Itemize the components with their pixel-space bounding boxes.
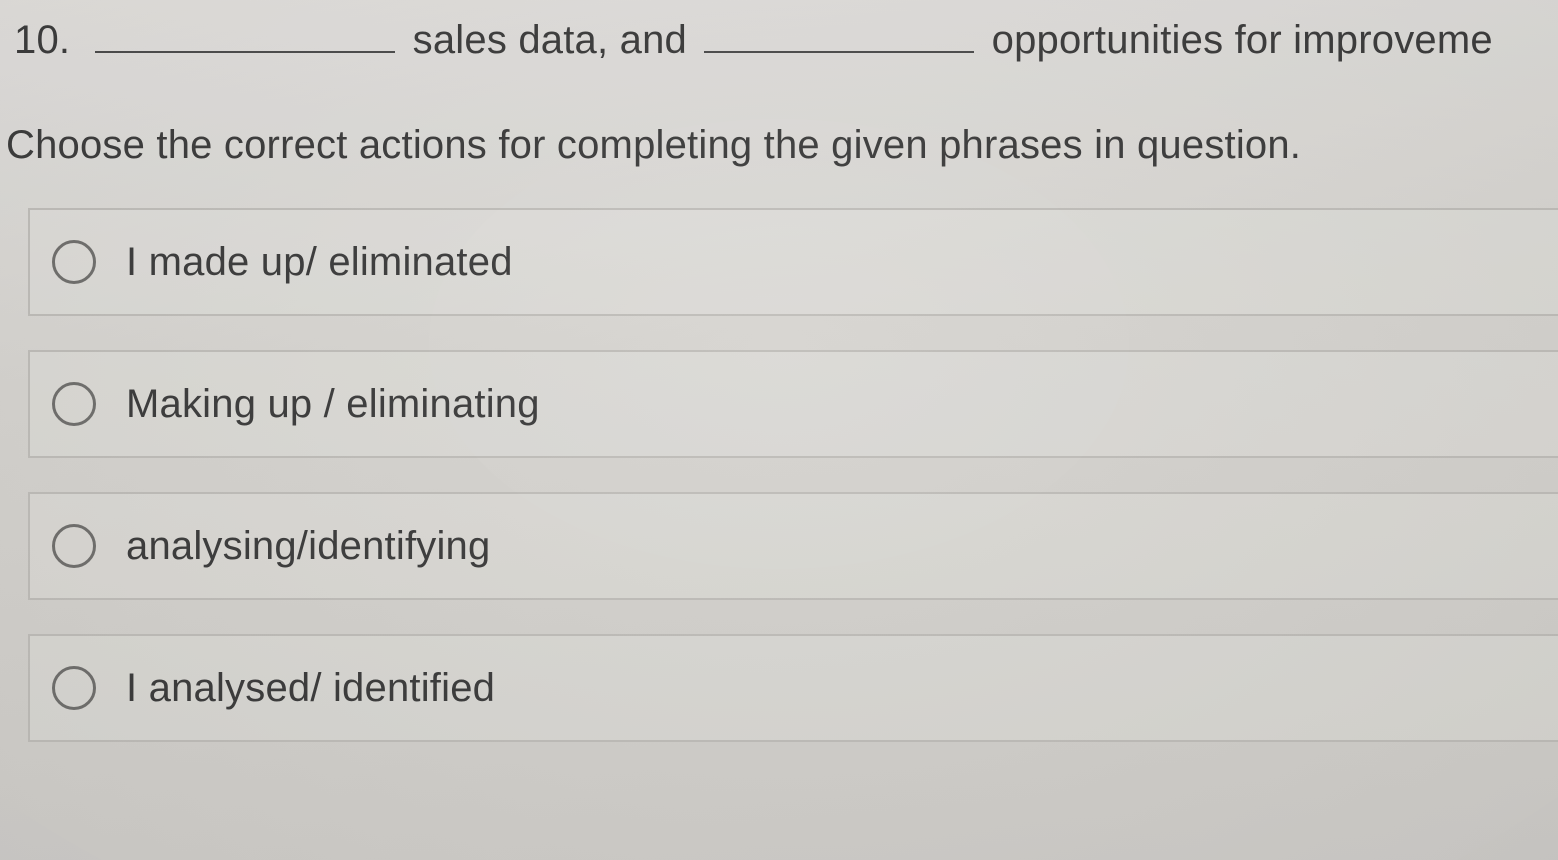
option-label: analysing/identifying (126, 524, 490, 569)
radio-icon (52, 524, 96, 568)
option-label: I made up/ eliminated (126, 240, 513, 285)
instruction-text: Choose the correct actions for completin… (0, 123, 1558, 168)
option-label: Making up / eliminating (126, 382, 540, 427)
option-4[interactable]: I analysed/ identified (28, 634, 1558, 742)
question-segment-2: opportunities for improveme (992, 18, 1493, 62)
option-1[interactable]: I made up/ eliminated (28, 208, 1558, 316)
option-2[interactable]: Making up / eliminating (28, 350, 1558, 458)
option-3[interactable]: analysing/identifying (28, 492, 1558, 600)
options-group: I made up/ eliminated Making up / elimin… (0, 208, 1558, 742)
question-number: 10. (14, 18, 78, 63)
radio-icon (52, 382, 96, 426)
quiz-page: 10. sales data, and opportunities for im… (0, 0, 1558, 860)
radio-icon (52, 240, 96, 284)
blank-1 (95, 29, 395, 53)
radio-icon (52, 666, 96, 710)
question-segment-1: sales data, and (413, 18, 687, 62)
blank-2 (704, 29, 974, 53)
option-label: I analysed/ identified (126, 666, 495, 711)
question-stem: 10. sales data, and opportunities for im… (0, 18, 1558, 63)
